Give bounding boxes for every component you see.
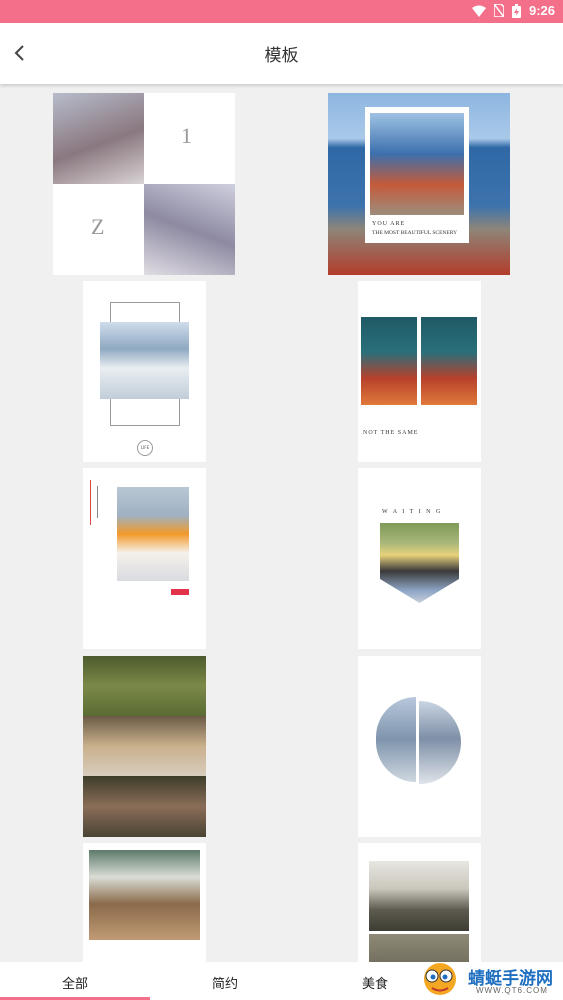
template-caption: NOT THE SAME — [363, 430, 419, 436]
photo — [83, 656, 206, 716]
page-title: 模板 — [264, 46, 299, 66]
photo — [369, 861, 469, 931]
vertical-text — [90, 480, 94, 525]
battery-icon — [511, 3, 521, 18]
template-card-9[interactable] — [83, 843, 206, 962]
photo-frame: YOU ARE THE MOST BEAUTIFUL SCENERY — [365, 107, 469, 243]
app-header: 模板 — [0, 23, 563, 84]
template-number: Z — [91, 214, 105, 239]
status-bar: 9:26 — [0, 0, 563, 23]
photo — [83, 716, 206, 776]
wifi-icon — [471, 5, 486, 17]
template-caption: W A I T I N G — [382, 509, 443, 515]
photo — [100, 322, 189, 399]
caption-line: YOU ARE — [372, 221, 406, 227]
tab-simple[interactable]: 简约 — [212, 973, 238, 992]
caption-line: THE MOST BEAUTIFUL SCENERY — [372, 230, 458, 236]
template-number: 1 — [181, 123, 192, 148]
watermark-logo: 蜻蜓手游网 WWW.QT6.COM — [418, 962, 558, 998]
template-card-3[interactable]: LIFE — [83, 281, 206, 462]
dragonfly-mascot-icon — [424, 963, 456, 995]
label-tag — [171, 589, 189, 595]
life-badge: LIFE — [137, 440, 153, 456]
photo — [83, 776, 206, 837]
photo — [370, 113, 464, 215]
photo — [53, 93, 144, 184]
photo — [144, 184, 235, 275]
template-card-1[interactable]: 1 Z — [53, 93, 235, 275]
photo — [89, 850, 200, 940]
photo — [421, 317, 477, 405]
template-card-7[interactable] — [83, 656, 206, 837]
vertical-text — [97, 486, 100, 518]
watermark-url: WWW.QT6.COM — [476, 986, 548, 995]
template-card-5[interactable] — [83, 468, 206, 649]
photo — [376, 697, 416, 782]
template-grid[interactable]: 1 Z YOU ARE THE MOST BEAUTIFUL SCENERY L… — [0, 86, 563, 962]
tab-all[interactable]: 全部 — [62, 973, 88, 992]
photo — [419, 701, 461, 784]
template-card-10[interactable] — [358, 843, 481, 962]
photo — [361, 317, 417, 405]
photo — [369, 934, 469, 962]
tab-food[interactable]: 美食 — [362, 973, 388, 992]
template-card-4[interactable]: NOT THE SAME — [358, 281, 481, 462]
template-card-6[interactable]: W A I T I N G — [358, 468, 481, 649]
photo — [380, 523, 459, 603]
no-sim-icon — [493, 4, 504, 17]
clock: 9:26 — [528, 3, 555, 18]
template-card-2[interactable]: YOU ARE THE MOST BEAUTIFUL SCENERY — [328, 93, 510, 275]
template-card-8[interactable] — [358, 656, 481, 837]
photo — [117, 487, 189, 581]
